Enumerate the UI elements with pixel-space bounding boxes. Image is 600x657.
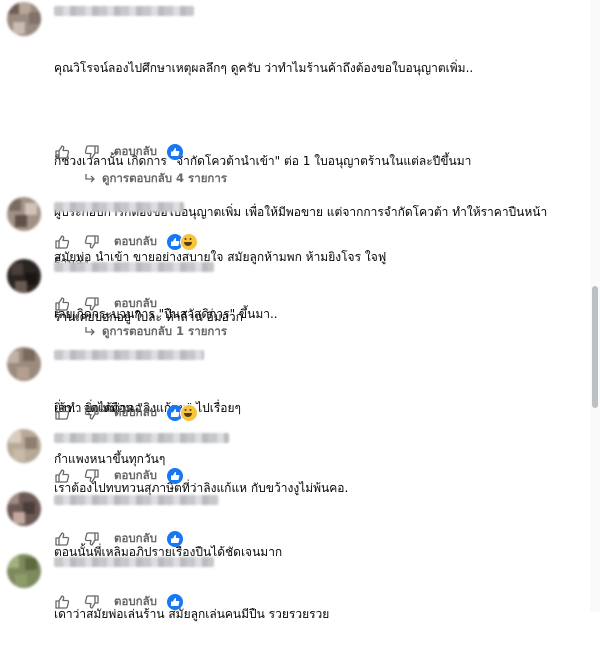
thumbs-up-icon[interactable]: [54, 144, 70, 160]
reply-arrow-icon: [85, 327, 95, 336]
comment-actions: ตอบกลับ: [54, 530, 183, 548]
comment-text: เดาว่าสมัยพ่อเล่นร้าน สมัยลูกเล่นคนมีปืน…: [54, 607, 330, 621]
thumbs-down-icon[interactable]: [84, 144, 100, 160]
reply-button[interactable]: ตอบกลับ: [114, 404, 157, 422]
reply-button[interactable]: ตอบกลับ: [114, 530, 157, 548]
author-name[interactable]: [54, 433, 229, 443]
like-reaction-icon[interactable]: [167, 531, 183, 547]
author-name[interactable]: [54, 557, 214, 567]
avatar[interactable]: [7, 2, 41, 36]
thumbs-down-icon[interactable]: [84, 296, 100, 312]
reply-button[interactable]: ตอบกลับ: [114, 295, 157, 313]
reply-button[interactable]: ตอบกลับ: [114, 233, 157, 251]
comment-actions: ตอบกลับ: [54, 233, 198, 251]
comment-actions: ตอบกลับ: [54, 593, 183, 611]
reply-arrow-icon: [85, 174, 95, 183]
avatar[interactable]: [7, 347, 41, 381]
thumbs-up-icon[interactable]: [54, 405, 70, 421]
avatar[interactable]: [7, 197, 41, 231]
view-replies-link[interactable]: ดูการตอบกลับ 4 รายการ: [84, 170, 227, 188]
comment-actions: ตอบกลับ: [54, 143, 183, 161]
haha-reaction-icon[interactable]: [180, 233, 198, 251]
reply-button[interactable]: ตอบกลับ: [114, 467, 157, 485]
comment-text: ร้านเคยบอกอยู่ ใบละ ห้าล้าน อิ่มอวก: [54, 310, 243, 324]
like-reaction-icon[interactable]: [167, 144, 183, 160]
thumbs-down-icon[interactable]: [84, 468, 100, 484]
thumbs-down-icon[interactable]: [84, 594, 100, 610]
thumbs-down-icon[interactable]: [84, 531, 100, 547]
author-name[interactable]: [54, 6, 194, 16]
avatar[interactable]: [7, 492, 41, 526]
comment-actions: ตอบกลับ: [54, 295, 167, 313]
view-replies-link[interactable]: ดูการตอบกลับ 1 รายการ: [84, 323, 227, 341]
comment-actions: ตอบกลับ: [54, 467, 183, 485]
thumbs-up-icon[interactable]: [54, 468, 70, 484]
thumbs-up-icon[interactable]: [54, 531, 70, 547]
reply-button[interactable]: ตอบกลับ: [114, 593, 157, 611]
reply-button[interactable]: ตอบกลับ: [114, 143, 157, 161]
scrollbar[interactable]: [590, 0, 600, 612]
author-name[interactable]: [54, 350, 204, 360]
author-name[interactable]: [54, 202, 184, 212]
thumbs-down-icon[interactable]: [84, 405, 100, 421]
avatar[interactable]: [7, 429, 41, 463]
comment-actions: ตอบกลับ: [54, 404, 198, 422]
thumbs-down-icon[interactable]: [84, 234, 100, 250]
like-reaction-icon[interactable]: [167, 594, 183, 610]
thumbs-up-icon[interactable]: [54, 234, 70, 250]
scrollbar-thumb[interactable]: [592, 286, 598, 408]
avatar[interactable]: [7, 554, 41, 588]
like-reaction-icon[interactable]: [167, 468, 183, 484]
thumbs-up-icon[interactable]: [54, 296, 70, 312]
thumbs-up-icon[interactable]: [54, 594, 70, 610]
author-name[interactable]: [54, 262, 214, 272]
haha-reaction-icon[interactable]: [180, 404, 198, 422]
author-name[interactable]: [54, 495, 219, 505]
avatar[interactable]: [7, 259, 41, 293]
